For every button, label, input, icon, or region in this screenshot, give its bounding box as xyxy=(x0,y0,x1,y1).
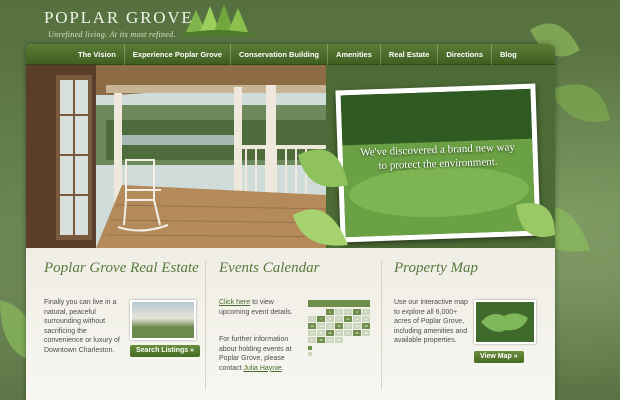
calendar-day[interactable]: 2 xyxy=(335,309,343,315)
calendar-day[interactable]: 24 xyxy=(344,330,352,336)
nav-item-amenities[interactable]: Amenities xyxy=(328,44,381,65)
calendar-day[interactable]: 6 xyxy=(308,316,316,322)
calendar-blank-cell xyxy=(317,309,325,315)
real-estate-thumbnail[interactable] xyxy=(130,300,196,340)
calendar-legend-none xyxy=(308,351,370,357)
search-listings-button[interactable]: Search Listings » xyxy=(130,345,200,357)
property-map-title: Property Map xyxy=(394,260,479,276)
hero-banner: We've discovered a brand new way to prot… xyxy=(26,65,555,248)
calendar-day[interactable]: 10 xyxy=(344,316,352,322)
events-text-2-end: . xyxy=(281,364,284,372)
calendar-day[interactable]: 28 xyxy=(317,337,325,343)
logo[interactable]: POPLAR GROVE Unrefined living. At its mo… xyxy=(44,8,194,39)
calendar-day[interactable]: 5 xyxy=(362,309,370,315)
events-calendar[interactable]: 1 2 3 4 5 6 7 8 9 10 11 12 13 14 15 16 17 18 19 20 21 22 23 24 2… xyxy=(308,300,370,357)
calendar-day[interactable]: 16 xyxy=(335,323,343,329)
calendar-day[interactable]: 13 xyxy=(308,323,316,329)
hero-leaves-icon xyxy=(293,149,348,246)
events-click-here-link[interactable]: Click here xyxy=(219,299,250,306)
main-frame: The Vision Experience Poplar Grove Conse… xyxy=(26,44,555,400)
hero-photo-card: We've discovered a brand new way to prot… xyxy=(335,83,541,243)
calendar-day[interactable]: 7 xyxy=(317,316,325,322)
contact-link[interactable]: Julia Haynie xyxy=(244,365,282,372)
calendar-day[interactable]: 12 xyxy=(362,316,370,322)
calendar-day[interactable]: 11 xyxy=(353,316,361,322)
nav-item-blog[interactable]: Blog xyxy=(492,44,525,65)
nav-item-real-estate[interactable]: Real Estate xyxy=(381,44,439,65)
logo-leaves-icon xyxy=(180,4,256,36)
events-text-1: Click here to view upcoming event detail… xyxy=(219,298,299,317)
calendar-day[interactable]: 19 xyxy=(362,323,370,329)
nav-item-the-vision[interactable]: The Vision xyxy=(70,44,125,65)
nav-item-experience[interactable]: Experience Poplar Grove xyxy=(125,44,232,65)
calendar-day[interactable]: 29 xyxy=(326,337,334,343)
calendar-day[interactable]: 23 xyxy=(335,330,343,336)
events-title: Events Calendar xyxy=(219,260,320,276)
calendar-day[interactable]: 15 xyxy=(326,323,334,329)
brand-tagline: Unrefined living. At its most refined. xyxy=(48,30,176,39)
calendar-grid: 1 2 3 4 5 6 7 8 9 10 11 12 13 14 15 16 17 18 19 20 21 22 23 24 2… xyxy=(308,307,370,343)
property-map-panel: Property Map Use our interactive map to … xyxy=(382,248,555,400)
calendar-day[interactable]: 22 xyxy=(326,330,334,336)
map-shape-icon xyxy=(481,313,528,332)
calendar-day[interactable]: 17 xyxy=(344,323,352,329)
main-nav: The Vision Experience Poplar Grove Conse… xyxy=(26,44,555,65)
calendar-header xyxy=(308,300,370,307)
calendar-day[interactable]: 8 xyxy=(326,316,334,322)
nav-item-conservation-building[interactable]: Conservation Building xyxy=(231,44,329,65)
calendar-day[interactable]: 30 xyxy=(335,337,343,343)
calendar-day[interactable]: 3 xyxy=(344,309,352,315)
calendar-day[interactable]: 18 xyxy=(353,323,361,329)
calendar-day[interactable]: 4 xyxy=(353,309,361,315)
calendar-day[interactable]: 1 xyxy=(326,309,334,315)
calendar-day[interactable]: 25 xyxy=(353,330,361,336)
calendar-blank-cell xyxy=(308,309,316,315)
real-estate-panel: Poplar Grove Real Estate Finally you can… xyxy=(26,248,205,400)
calendar-day[interactable]: 14 xyxy=(317,323,325,329)
hero-leaf-right-icon xyxy=(516,203,555,237)
events-text-2: For further information about holding ev… xyxy=(219,335,301,373)
real-estate-title: Poplar Grove Real Estate xyxy=(44,260,199,276)
calendar-day[interactable]: 26 xyxy=(362,330,370,336)
events-panel: Events Calendar Click here to view upcom… xyxy=(206,248,381,400)
nav-item-directions[interactable]: Directions xyxy=(438,44,493,65)
property-map-thumbnail[interactable] xyxy=(474,300,536,344)
real-estate-text: Finally you can live in a natural, peace… xyxy=(44,299,120,354)
view-map-button[interactable]: View Map » xyxy=(474,351,524,363)
calendar-day[interactable]: 27 xyxy=(308,337,316,343)
calendar-day[interactable]: 9 xyxy=(335,316,343,322)
brand-name: POPLAR GROVE xyxy=(44,8,194,27)
calendar-day[interactable]: 20 xyxy=(308,330,316,336)
calendar-day[interactable]: 21 xyxy=(317,330,325,336)
property-map-text: Use our interactive map to explore all 6… xyxy=(394,299,468,345)
